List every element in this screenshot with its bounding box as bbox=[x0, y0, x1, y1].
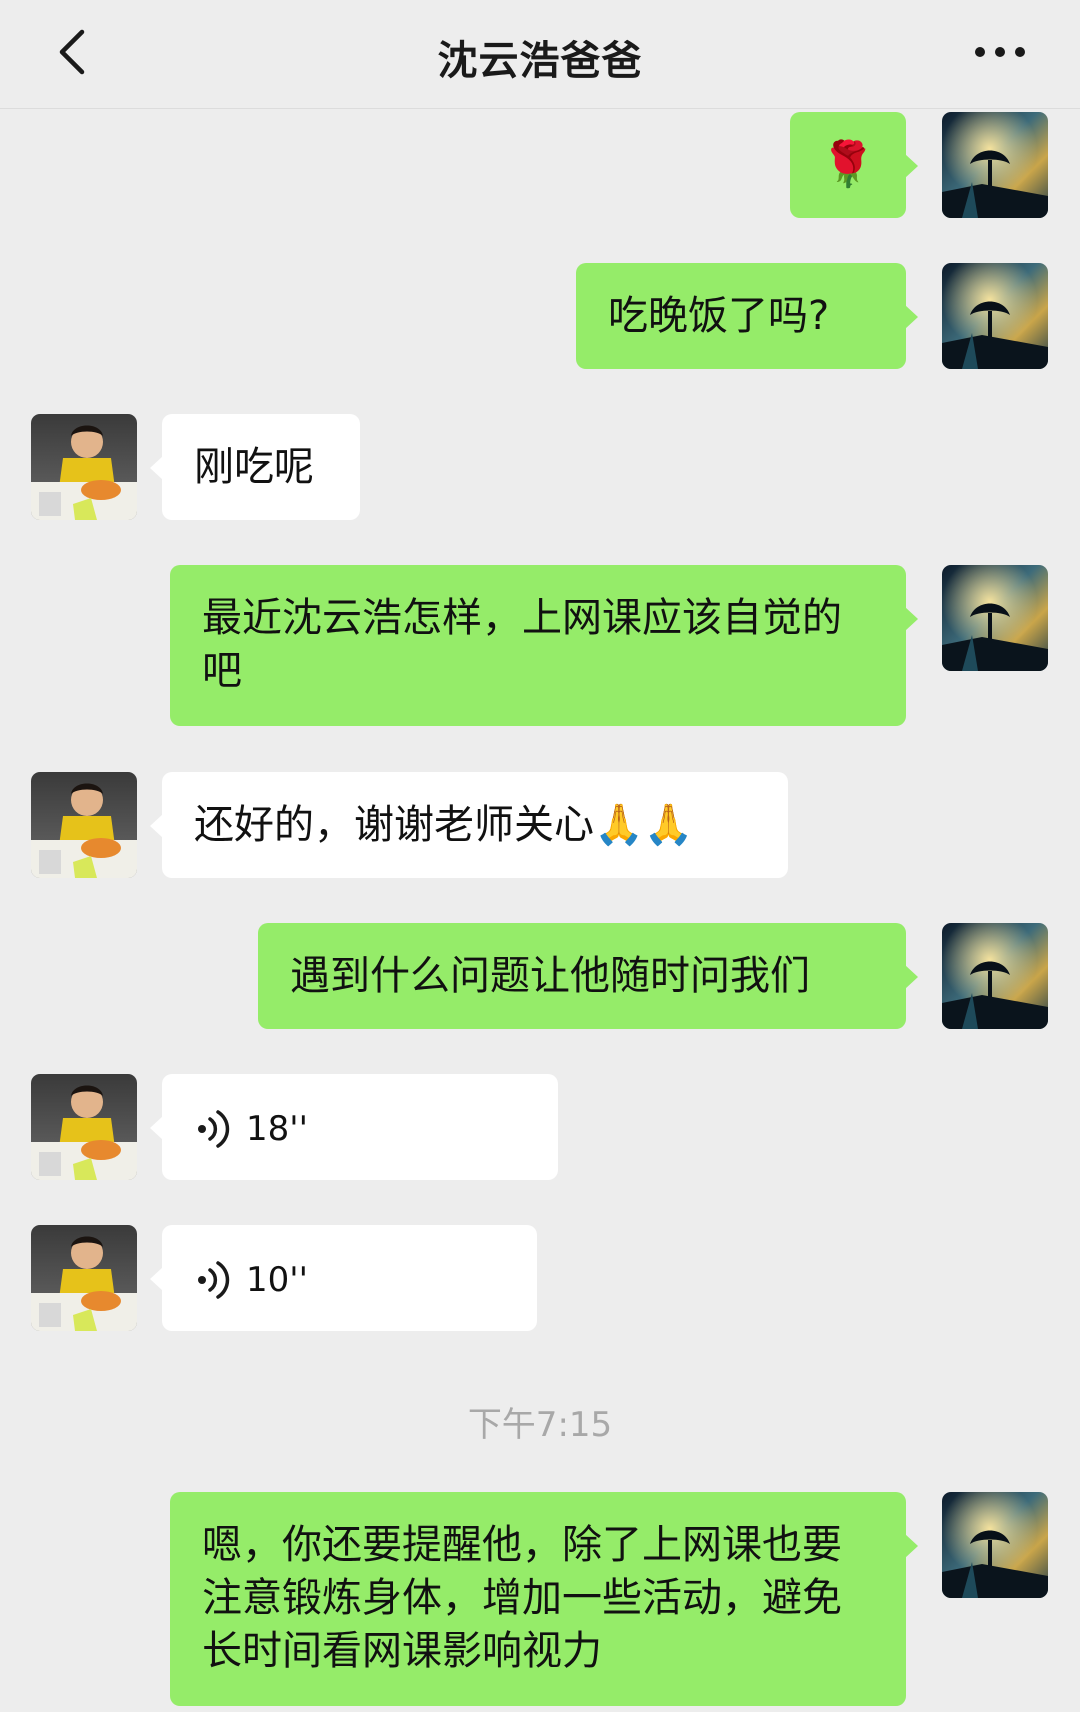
contact-avatar[interactable] bbox=[31, 1225, 137, 1331]
tree-landscape-icon bbox=[942, 1492, 1048, 1598]
my-avatar[interactable] bbox=[942, 565, 1048, 671]
folded-hands-emoji: 🙏🙏 bbox=[594, 802, 694, 848]
rose-emoji: 🌹 bbox=[820, 139, 876, 190]
message-bubble[interactable]: 最近沈云浩怎样，上网课应该自觉的吧 bbox=[170, 565, 918, 726]
voice-wave-icon bbox=[196, 1107, 232, 1151]
message-bubble[interactable]: 刚吃呢 bbox=[150, 414, 360, 520]
voice-duration: 10'' bbox=[246, 1259, 308, 1300]
my-avatar[interactable] bbox=[942, 923, 1048, 1029]
message-bubble[interactable]: 吃晚饭了吗? bbox=[576, 263, 918, 369]
more-button[interactable] bbox=[970, 32, 1030, 72]
message-bubble[interactable]: 还好的，谢谢老师关心🙏🙏 bbox=[150, 772, 788, 878]
message-bubble[interactable]: 嗯，你还要提醒他，除了上网课也要注意锻炼身体，增加一些活动，避免长时间看网课影响… bbox=[170, 1492, 918, 1706]
voice-message-bubble[interactable]: 18'' bbox=[150, 1074, 558, 1180]
child-photo-icon bbox=[31, 1074, 137, 1180]
voice-message-bubble[interactable]: 10'' bbox=[150, 1225, 537, 1331]
tree-landscape-icon bbox=[942, 923, 1048, 1029]
child-photo-icon bbox=[31, 414, 137, 520]
my-avatar[interactable] bbox=[942, 263, 1048, 369]
contact-avatar[interactable] bbox=[31, 1074, 137, 1180]
chat-title: 沈云浩爸爸 bbox=[437, 38, 643, 84]
message-bubble[interactable]: 遇到什么问题让他随时问我们 bbox=[258, 923, 918, 1029]
message-text: 还好的，谢谢老师关心 bbox=[194, 802, 594, 848]
voice-wave-icon bbox=[196, 1258, 232, 1302]
my-avatar[interactable] bbox=[942, 1492, 1048, 1598]
tree-landscape-icon bbox=[942, 565, 1048, 671]
child-photo-icon bbox=[31, 772, 137, 878]
contact-avatar[interactable] bbox=[31, 772, 137, 878]
tree-landscape-icon bbox=[942, 112, 1048, 218]
message-bubble[interactable]: 🌹 bbox=[790, 112, 918, 218]
child-photo-icon bbox=[31, 1225, 137, 1331]
contact-avatar[interactable] bbox=[31, 414, 137, 520]
voice-duration: 18'' bbox=[246, 1108, 308, 1149]
chat-header: 沈云浩爸爸 bbox=[0, 0, 1080, 109]
timestamp: 下午7:15 bbox=[467, 1405, 613, 1445]
tree-landscape-icon bbox=[942, 263, 1048, 369]
more-dots-icon bbox=[975, 47, 1025, 57]
my-avatar[interactable] bbox=[942, 112, 1048, 218]
